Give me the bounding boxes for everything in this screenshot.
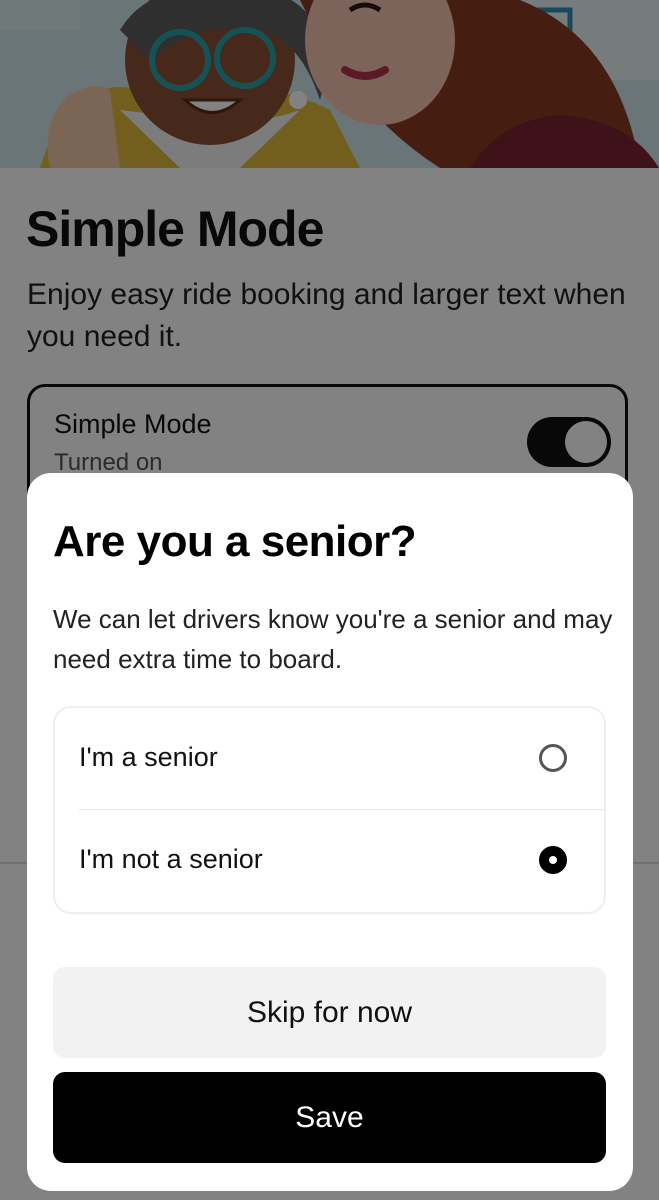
- skip-for-now-button[interactable]: Skip for now: [53, 967, 606, 1058]
- option-im-not-a-senior[interactable]: I'm not a senior: [55, 810, 604, 912]
- save-button[interactable]: Save: [53, 1072, 606, 1163]
- dialog-title: Are you a senior?: [53, 517, 417, 566]
- screen: Simple Mode Enjoy easy ride booking and …: [0, 0, 659, 1200]
- option-label: I'm a senior: [79, 742, 218, 772]
- option-im-a-senior[interactable]: I'm a senior: [55, 708, 604, 810]
- option-label: I'm not a senior: [79, 844, 263, 874]
- dialog-description: We can let drivers know you're a senior …: [53, 604, 613, 674]
- radio-selected-icon[interactable]: [539, 846, 567, 874]
- senior-dialog: Are you a senior? We can let drivers kno…: [27, 473, 633, 1191]
- radio-unselected-icon[interactable]: [539, 744, 567, 772]
- senior-options-group: I'm a senior I'm not a senior: [53, 706, 606, 914]
